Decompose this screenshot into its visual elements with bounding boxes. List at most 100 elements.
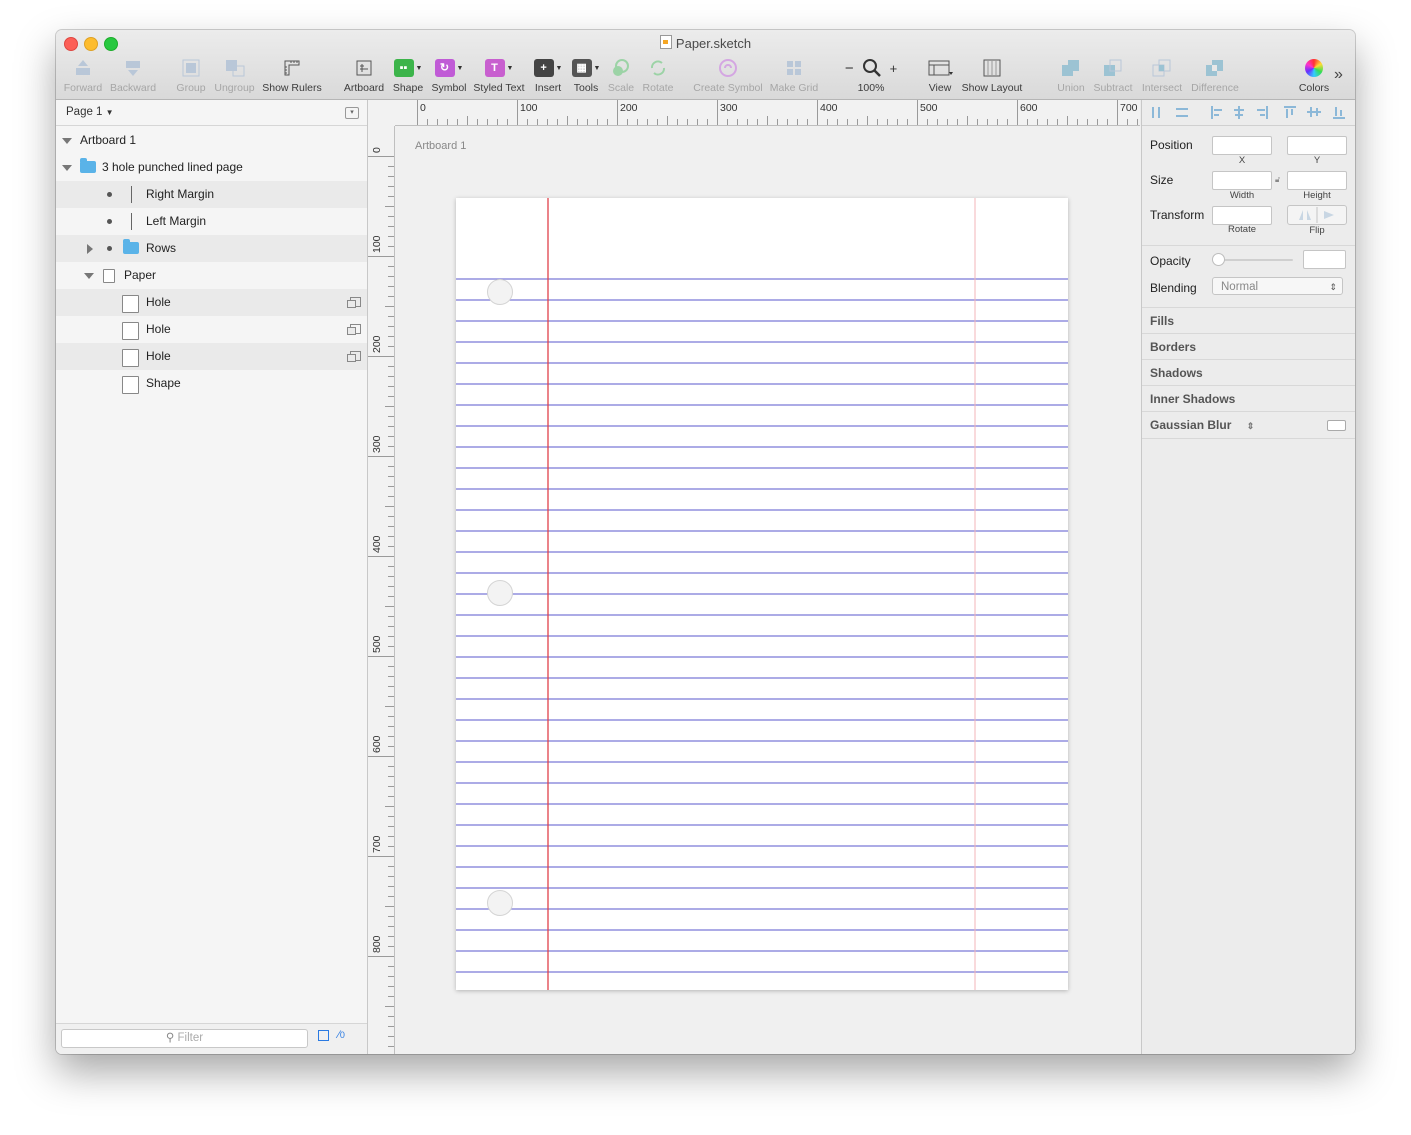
document-icon xyxy=(659,35,672,49)
zoom-level: 100% xyxy=(857,82,885,94)
layer-row-shape[interactable]: Shape xyxy=(56,370,367,397)
backward-button[interactable]: Backward xyxy=(108,56,158,94)
layer-row-right-margin[interactable]: Right Margin xyxy=(56,181,367,208)
align-center-icon[interactable] xyxy=(1234,106,1244,119)
rotate-button[interactable]: Rotate xyxy=(639,56,677,94)
ruler-label: 300 xyxy=(371,435,383,453)
subtract-button[interactable]: Subtract xyxy=(1092,56,1134,94)
symbol-link-icon xyxy=(347,324,361,335)
layer-row-rows[interactable]: Rows xyxy=(56,235,367,262)
insert-button[interactable]: + ▼ Insert xyxy=(530,56,566,94)
difference-button[interactable]: Difference xyxy=(1188,56,1242,94)
symbol-instance-icon xyxy=(122,295,139,313)
folder-icon xyxy=(123,239,139,254)
visibility-dot-icon[interactable] xyxy=(107,219,112,224)
tools-button[interactable]: ▦ ▼ Tools xyxy=(568,56,604,94)
create-symbol-button[interactable]: Create Symbol xyxy=(692,56,764,94)
canvas[interactable]: Artboard 1 xyxy=(395,126,1141,1054)
scale-button[interactable]: Scale xyxy=(605,56,637,94)
vertical-ruler[interactable]: 0 100 200 300 400 500 600 700 800 xyxy=(368,126,395,1054)
group-shape-icon xyxy=(103,269,115,283)
ruler-label: 500 xyxy=(371,635,383,653)
ruler-label: 200 xyxy=(371,335,383,353)
width-field[interactable] xyxy=(1212,171,1272,190)
disclosure-open-icon[interactable] xyxy=(84,273,94,279)
opacity-slider-track[interactable] xyxy=(1218,259,1293,261)
union-button[interactable]: Union xyxy=(1054,56,1088,94)
flip-vertical-icon[interactable] xyxy=(1324,211,1334,219)
ungroup-button[interactable]: Ungroup xyxy=(212,56,257,94)
toolbar-overflow-icon[interactable]: » xyxy=(1334,66,1343,84)
ruler-label: 700 xyxy=(371,835,383,853)
distribute-vertical-icon[interactable] xyxy=(1176,108,1188,117)
lock-ratio-icon[interactable]: 🔓︎ xyxy=(1275,175,1280,185)
visibility-dot-icon[interactable] xyxy=(107,246,112,251)
layer-row-group-page[interactable]: 3 hole punched lined page xyxy=(56,154,367,181)
group-button[interactable]: Group xyxy=(171,56,211,94)
fills-section[interactable]: Fills xyxy=(1142,307,1355,334)
show-layout-button[interactable]: Show Layout xyxy=(960,56,1024,94)
slices-filter-icon[interactable]: ∕0 xyxy=(338,1029,345,1041)
position-x-field[interactable] xyxy=(1212,136,1272,155)
lined-paper-artboard[interactable] xyxy=(395,126,1141,1054)
make-grid-button[interactable]: Make Grid xyxy=(768,56,820,94)
ruler-corner xyxy=(368,100,396,127)
gaussian-blur-section[interactable]: Gaussian Blur ⇕ xyxy=(1142,411,1355,439)
ruler-label: 600 xyxy=(371,735,383,753)
align-bottom-icon[interactable] xyxy=(1333,107,1345,119)
layer-row-hole[interactable]: Hole xyxy=(56,343,367,370)
position-y-field[interactable] xyxy=(1287,136,1347,155)
filter-input[interactable]: ⚲ Filter xyxy=(61,1029,308,1048)
page-selector[interactable]: Page 1 ▼ ▾ xyxy=(56,100,367,126)
disclosure-closed-icon[interactable] xyxy=(87,244,93,254)
disclosure-open-icon[interactable] xyxy=(62,138,72,144)
tools-dropdown-icon: ▼ xyxy=(593,64,601,72)
symbols-filter-icon[interactable] xyxy=(318,1030,329,1041)
forward-button[interactable]: Forward xyxy=(63,56,103,94)
layer-row-hole[interactable]: Hole xyxy=(56,289,367,316)
borders-section[interactable]: Borders xyxy=(1142,333,1355,360)
layer-row-left-margin[interactable]: Left Margin xyxy=(56,208,367,235)
disclosure-open-icon[interactable] xyxy=(62,165,72,171)
blur-type-chevron-icon[interactable]: ⇕ xyxy=(1239,421,1255,431)
opacity-field[interactable] xyxy=(1303,250,1346,269)
shape-button[interactable]: ▪▪ ▼ Shape xyxy=(390,56,426,94)
rotate-field[interactable] xyxy=(1212,206,1272,225)
height-field[interactable] xyxy=(1287,171,1347,190)
blending-select[interactable]: Normal ⇕ xyxy=(1212,277,1343,295)
ruler-label: 600 xyxy=(1020,102,1038,114)
sketch-window: Paper.sketch Forward Backward Group Ungr… xyxy=(56,30,1355,1054)
colors-button[interactable]: Colors xyxy=(1296,56,1332,94)
align-top-icon[interactable] xyxy=(1284,106,1296,118)
show-rulers-button[interactable]: Show Rulers xyxy=(261,56,323,94)
zoom-in-button[interactable]: + xyxy=(890,61,898,76)
align-left-icon[interactable] xyxy=(1211,106,1222,119)
zoom-magnifier-icon[interactable] xyxy=(862,58,882,78)
layer-row-hole[interactable]: Hole xyxy=(56,316,367,343)
page-menu-icon[interactable]: ▾ xyxy=(345,107,359,119)
zoom-out-button[interactable]: − xyxy=(845,60,854,77)
visibility-dot-icon[interactable] xyxy=(107,192,112,197)
view-button[interactable]: View xyxy=(922,56,958,94)
align-right-icon[interactable] xyxy=(1257,106,1268,119)
inner-shadows-section[interactable]: Inner Shadows xyxy=(1142,385,1355,412)
opacity-slider-thumb[interactable] xyxy=(1212,253,1225,266)
flip-horizontal-icon[interactable] xyxy=(1299,210,1311,220)
intersect-button[interactable]: Intersect xyxy=(1140,56,1184,94)
align-middle-icon[interactable] xyxy=(1307,107,1321,117)
ruler-label: 300 xyxy=(720,102,738,114)
gaussian-blur-checkbox[interactable] xyxy=(1327,420,1346,431)
ruler-label: 200 xyxy=(620,102,638,114)
symbol-icon: ↻ xyxy=(434,59,455,77)
artboard-button[interactable]: Artboard xyxy=(341,56,387,94)
backward-icon xyxy=(126,61,140,76)
ruler-label: 100 xyxy=(520,102,538,114)
shadows-section[interactable]: Shadows xyxy=(1142,359,1355,386)
layer-row-paper[interactable]: Paper xyxy=(56,262,367,289)
styled-text-button[interactable]: T ▼ Styled Text xyxy=(472,56,526,94)
symbol-button[interactable]: ↻ ▼ Symbol xyxy=(429,56,469,94)
horizontal-ruler[interactable]: 0 100 200 300 400 500 600 700 xyxy=(395,100,1140,126)
alignment-bar xyxy=(1142,100,1355,126)
distribute-horizontal-icon[interactable] xyxy=(1152,107,1160,118)
layer-row-artboard-1[interactable]: Artboard 1 xyxy=(56,127,367,154)
